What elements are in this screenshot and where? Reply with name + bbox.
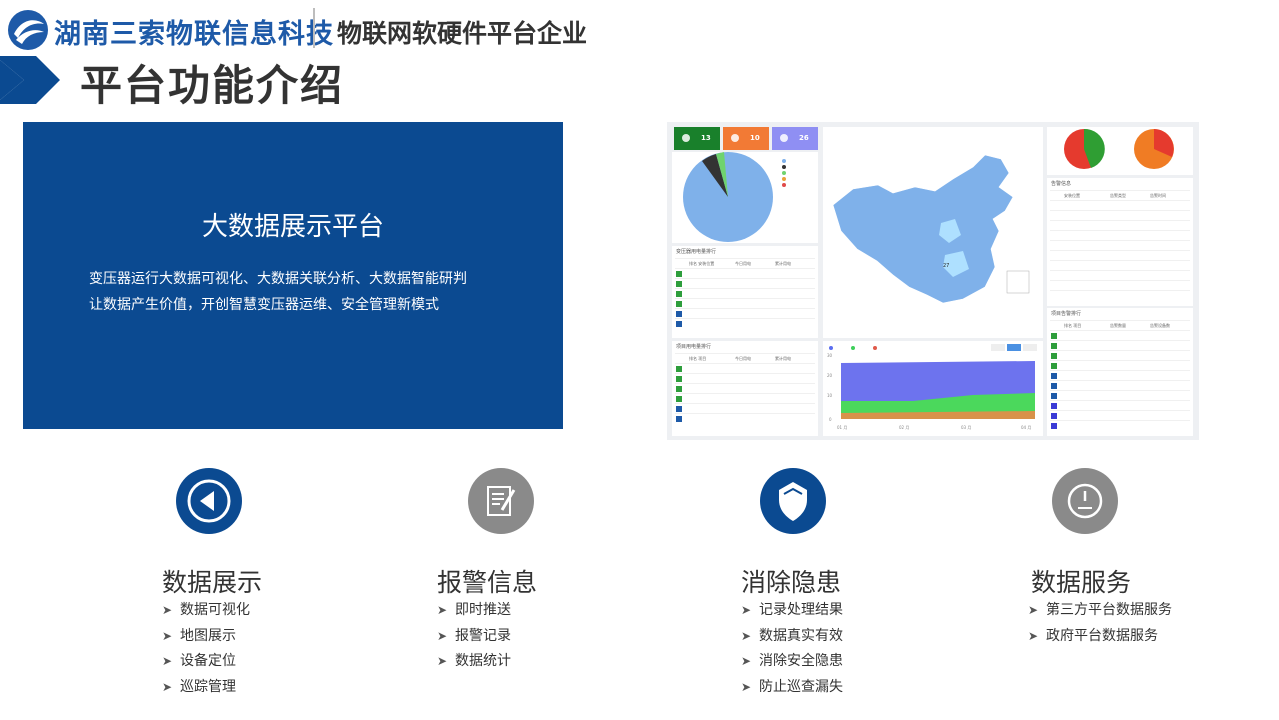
- svg-text:02 月: 02 月: [899, 425, 909, 430]
- feature-list: ➤ 记录处理结果 ➤ 数据真实有效 ➤ 消除安全隐患 ➤ 防止巡查漏失: [741, 598, 843, 700]
- feature-list: ➤ 数据可视化 ➤ 地图展示 ➤ 设备定位 ➤ 巡踪管理: [162, 598, 250, 700]
- alarm-pies: [1064, 128, 1174, 169]
- pie-chart-card: [672, 152, 818, 243]
- feature-title: 数据展示: [162, 568, 263, 597]
- panel-desc-line: 让数据产生价值，开创智慧变压器运维、安全管理新模式: [89, 297, 439, 313]
- table-title: 项目用电量排行: [676, 344, 712, 350]
- chevron-right-icon: ➤: [162, 654, 173, 668]
- chevron-right-icon: ➤: [437, 628, 448, 643]
- feature-title: 数据服务: [1031, 568, 1132, 597]
- stat-value: 26: [799, 134, 809, 142]
- alarm-pie-card: [1047, 127, 1193, 175]
- area-chart-card: 30 20 10 0 01 月 02 月 03 月 04 月: [823, 341, 1043, 436]
- feature-item: ➤ 数据可视化: [162, 598, 250, 624]
- feature-title: 报警信息: [437, 568, 538, 597]
- feature-item: ➤ 地图展示: [162, 624, 250, 650]
- feature-item: ➤ 政府平台数据服务: [1028, 624, 1172, 650]
- chevron-right-icon: ➤: [162, 679, 173, 694]
- svg-text:27: 27: [943, 263, 949, 269]
- platform-panel: 大数据展示平台 变压器运行大数据可视化、大数据关联分析、大数据智能研判 让数据产…: [23, 122, 563, 429]
- shield-icon: [779, 482, 807, 521]
- document-edit-icon: [487, 486, 516, 516]
- svg-text:30: 30: [827, 353, 833, 358]
- chevron-right-icon: ➤: [162, 628, 173, 643]
- feature-item: ➤ 记录处理结果: [741, 598, 843, 624]
- company-name: 湖南三索物联信息科技: [54, 19, 334, 50]
- table-row: [675, 413, 815, 424]
- dashboard-screenshot: 13 10 26 变压器用电量排行 排名 安装位置 今日用电 累计用电 项目用电量排…: [667, 122, 1199, 440]
- alarm-info-table: 告警信息 安装位置 告警类型 告警时间: [1047, 178, 1193, 306]
- feature-item: ➤ 即时推送: [437, 598, 511, 624]
- svg-text:0: 0: [829, 417, 832, 422]
- table-row: [1050, 420, 1190, 431]
- stat-box: 26: [772, 127, 818, 150]
- feature-item: ➤ 设备定位: [162, 649, 250, 675]
- header-divider: [313, 8, 315, 48]
- feature-icon-circle: [176, 468, 242, 534]
- gauge-icon: [1067, 483, 1103, 519]
- feature-list: ➤ 即时推送 ➤ 报警记录 ➤ 数据统计: [437, 598, 511, 675]
- play-back-icon: [187, 479, 231, 523]
- project-alarm-table: 项目告警排行 排名 项目 告警数量 告警设备数: [1047, 308, 1193, 436]
- company-tagline: 物联网软硬件平台企业: [337, 19, 588, 48]
- chevron-right-icon: ➤: [1028, 628, 1039, 643]
- feature-icon-circle: [760, 468, 826, 534]
- stat-value: 10: [750, 134, 760, 142]
- stat-value: 13: [701, 134, 711, 142]
- feature-item: ➤ 第三方平台数据服务: [1028, 598, 1172, 624]
- table-title: 变压器用电量排行: [676, 249, 717, 255]
- feature-item: ➤ 数据真实有效: [741, 624, 843, 650]
- chevron-right-icon: ➤: [741, 603, 752, 617]
- feature-item: ➤ 消除安全隐患: [741, 649, 843, 675]
- pie-chart: [683, 152, 786, 242]
- stat-box: 10: [723, 127, 769, 150]
- chevron-right-icon: ➤: [437, 654, 448, 668]
- table-title: 项目告警排行: [1051, 311, 1082, 317]
- stat-icon: [731, 134, 739, 142]
- feature-list: ➤ 第三方平台数据服务 ➤ 政府平台数据服务: [1028, 598, 1172, 649]
- feature-item: ➤ 数据统计: [437, 649, 511, 675]
- stat-icon: [682, 134, 690, 142]
- device-ranking-table: 变压器用电量排行 排名 安装位置 今日用电 累计用电: [672, 246, 818, 338]
- china-map-card: 27: [823, 127, 1043, 338]
- panel-desc-line: 变压器运行大数据可视化、大数据关联分析、大数据智能研判: [89, 271, 467, 287]
- svg-text:04 月: 04 月: [1021, 425, 1031, 430]
- svg-text:03 月: 03 月: [961, 425, 971, 430]
- feature-icon-circle: [1052, 468, 1118, 534]
- area-chart: 30 20 10 0 01 月 02 月 03 月 04 月: [827, 344, 1037, 430]
- panel-title: 大数据展示平台: [201, 212, 384, 242]
- feature-title: 消除隐患: [741, 568, 842, 597]
- panel-description: 变压器运行大数据可视化、大数据关联分析、大数据智能研判 让数据产生价值，开创智慧…: [89, 266, 467, 318]
- chevron-right-icon: ➤: [162, 603, 173, 617]
- china-map: 27: [832, 154, 1030, 304]
- table-row: [675, 318, 815, 329]
- svg-text:01 月: 01 月: [837, 425, 847, 430]
- project-ranking-table: 项目用电量排行 排名 项目 今日用电 累计用电: [672, 341, 818, 436]
- svg-text:10: 10: [827, 393, 833, 398]
- feature-icon-circle: [468, 468, 534, 534]
- feature-item: ➤ 巡踪管理: [162, 675, 250, 701]
- chevron-right-icon: ➤: [741, 654, 752, 668]
- feature-item: ➤ 防止巡查漏失: [741, 675, 843, 701]
- chevron-right-icon: ➤: [741, 628, 752, 643]
- title-arrow-icon: [0, 56, 60, 104]
- chevron-right-icon: ➤: [437, 603, 448, 617]
- stat-box: 13: [674, 127, 720, 150]
- chevron-right-icon: ➤: [1028, 603, 1039, 617]
- table-title: 告警信息: [1051, 181, 1072, 187]
- stat-icon: [780, 134, 788, 142]
- svg-text:20: 20: [827, 373, 833, 378]
- feature-item: ➤ 报警记录: [437, 624, 511, 650]
- company-logo-icon: [8, 10, 48, 50]
- table-row: [1050, 290, 1190, 301]
- chevron-right-icon: ➤: [741, 679, 752, 694]
- page-title: 平台功能介绍: [80, 61, 345, 110]
